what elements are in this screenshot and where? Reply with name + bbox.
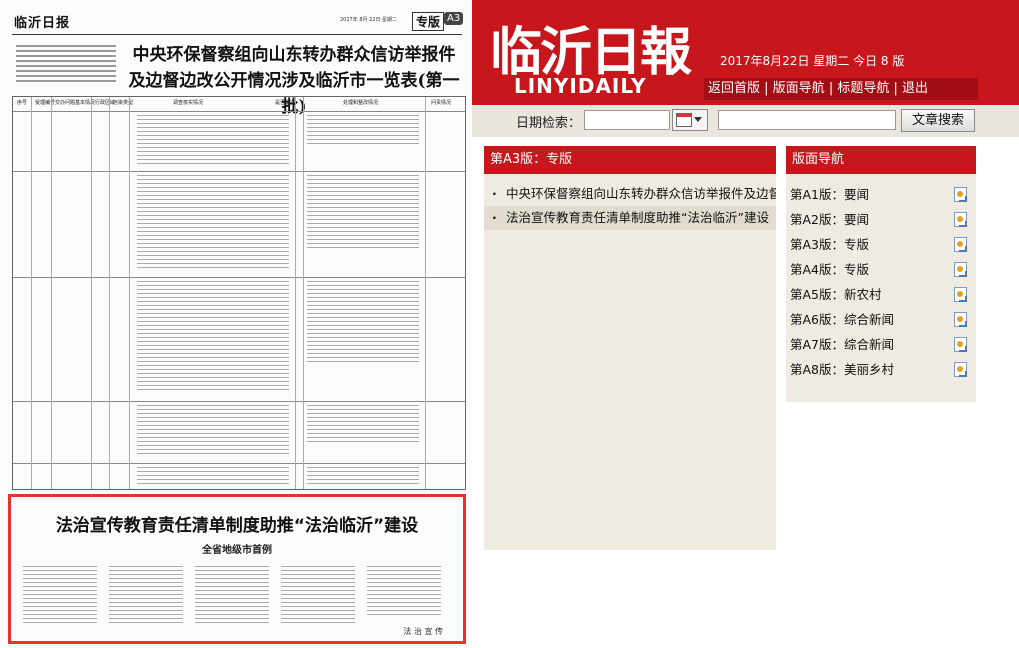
pdf-icon[interactable] — [954, 287, 967, 302]
edition-item[interactable]: 第A7版：综合新闻 — [786, 332, 976, 357]
edition-item-label: 第A7版：综合新闻 — [790, 337, 895, 352]
article-item-label: 中央环保督察组向山东转办群众信访举报件及边督边改公开情况涉及临沂市一览表(第一批… — [506, 186, 776, 201]
edition-item-label: 第A8版：美丽乡村 — [790, 362, 895, 377]
date-input[interactable] — [584, 110, 670, 130]
highlight-footer-text: 法 治 宣 传 — [403, 627, 443, 636]
paper-intro-text — [16, 42, 116, 92]
site-header: 临沂日報 LINYIDAILY 2017年8月22日 星期二 今日 8 版 返回… — [472, 0, 1019, 105]
table-row — [13, 401, 465, 464]
highlight-article-title: 法治宣传教育责任清单制度助推“法治临沂”建设 — [55, 516, 419, 536]
highlight-article-subtitle: 全省地级市首例 — [202, 545, 272, 556]
table-header-cell: 污染类型 — [113, 100, 134, 106]
table-header-cell: 行政区域 — [95, 100, 116, 106]
paper-date-line: 2017年 8月 22日 星期二 — [340, 17, 398, 23]
search-bar: 日期检索： 文章搜索 — [472, 105, 1019, 137]
edition-item[interactable]: 第A4版：专版 — [786, 257, 976, 282]
edition-item[interactable]: 第A5版：新农村 — [786, 282, 976, 307]
paper-table-header: 序号 受理编号 交办问题基本情况 行政区域 污染类型 调查核实情况 是否属实 处… — [13, 97, 465, 111]
chevron-down-icon — [694, 117, 702, 122]
pdf-icon[interactable] — [954, 212, 967, 227]
header-nav: 返回首版 | 版面导航 | 标题导航 | 退出 — [704, 78, 978, 100]
paper-headline-line1: 中央环保督察组向山东转办群众信访举报件 — [132, 45, 456, 65]
paper-page-tag: A3 — [444, 12, 464, 25]
pdf-icon[interactable] — [954, 337, 967, 352]
article-item-label: 法治宣传教育责任清单制度助推“法治临沂”建设 — [506, 210, 769, 225]
edition-panel-title: 版面导航 — [786, 146, 976, 174]
paper-edition-label: 专版 — [412, 12, 445, 31]
keyword-input[interactable] — [718, 110, 896, 130]
header-date: 2017年8月22日 星期二 今日 8 版 — [720, 54, 905, 68]
table-row — [13, 171, 465, 278]
edition-item-label: 第A5版：新农村 — [790, 287, 882, 302]
article-panel-title: 第A3版：专版 — [484, 146, 776, 174]
table-header-cell: 受理编号 — [35, 100, 56, 106]
date-search-label: 日期检索： — [516, 116, 582, 131]
nav-edition-link[interactable]: 版面导航 — [773, 81, 825, 96]
calendar-icon — [676, 113, 692, 127]
edition-item[interactable]: 第A2版：要闻 — [786, 207, 976, 232]
table-row — [13, 277, 465, 402]
table-header-cell: 序号 — [17, 100, 28, 106]
edition-item-label: 第A1版：要闻 — [790, 187, 870, 202]
edition-nav-panel: 版面导航 第A1版：要闻 第A2版：要闻 第A3版：专版 第A4版：专版 第A5… — [786, 146, 976, 402]
table-header-cell: 是否属实 — [275, 100, 296, 106]
paper-masthead: 临沂日报 — [14, 16, 71, 31]
edition-item[interactable]: 第A6版：综合新闻 — [786, 307, 976, 332]
table-header-cell: 交办问题基本情况 — [55, 100, 96, 106]
edition-item-label: 第A2版：要闻 — [790, 212, 870, 227]
paper-article-highlight[interactable]: 法治宣传教育责任清单制度助推“法治临沂”建设 全省地级市首例 法 治 宣 传 — [8, 494, 466, 644]
article-search-button[interactable]: 文章搜索 — [901, 109, 975, 132]
highlight-article-body — [23, 563, 455, 633]
edition-item-label: 第A4版：专版 — [790, 262, 870, 277]
edition-item[interactable]: 第A3版：专版 — [786, 232, 976, 257]
article-list-panel: 第A3版：专版 ·中央环保督察组向山东转办群众信访举报件及边督边改公开情况涉及临… — [484, 146, 776, 550]
article-item[interactable]: · 法治宣传教育责任清单制度助推“法治临沂”建设 — [484, 206, 776, 230]
paper-table[interactable]: 序号 受理编号 交办问题基本情况 行政区域 污染类型 调查核实情况 是否属实 处… — [12, 96, 466, 490]
pdf-icon[interactable] — [954, 187, 967, 202]
edition-item-label: 第A3版：专版 — [790, 237, 870, 252]
edition-item[interactable]: 第A8版：美丽乡村 — [786, 357, 976, 382]
nav-title-link[interactable]: 标题导航 — [837, 81, 889, 96]
edition-item[interactable]: 第A1版：要闻 — [786, 182, 976, 207]
calendar-dropdown[interactable] — [672, 109, 708, 131]
newspaper-page[interactable]: 临沂日报 2017年 8月 22日 星期二 专版 A3 中央环保督察组向山东转办… — [0, 0, 473, 648]
paper-divider — [12, 34, 462, 35]
table-row — [13, 111, 465, 172]
pdf-icon[interactable] — [954, 362, 967, 377]
nav-exit-link[interactable]: 退出 — [902, 81, 928, 96]
pdf-icon[interactable] — [954, 237, 967, 252]
pdf-icon[interactable] — [954, 312, 967, 327]
site-logo-english: LINYIDAILY — [514, 74, 647, 98]
nav-home-link[interactable]: 返回首版 — [708, 81, 760, 96]
article-item[interactable]: ·中央环保督察组向山东转办群众信访举报件及边督边改公开情况涉及临沂市一览表(第一… — [484, 182, 776, 206]
table-header-cell: 处理和整改情况 — [343, 100, 379, 106]
table-header-cell: 问责情况 — [431, 100, 452, 106]
pdf-icon[interactable] — [954, 262, 967, 277]
table-header-cell: 调查核实情况 — [173, 100, 204, 106]
edition-item-label: 第A6版：综合新闻 — [790, 312, 895, 327]
table-row — [13, 463, 465, 490]
